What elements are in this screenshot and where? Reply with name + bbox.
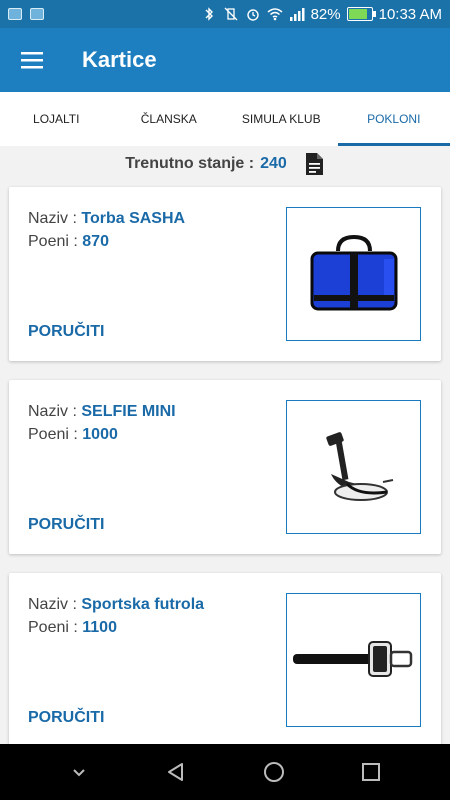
gift-points: 1100	[82, 619, 117, 636]
points-label: Poeni :	[28, 233, 78, 250]
image-notification-icon	[30, 8, 44, 20]
clock: 10:33 AM	[378, 5, 442, 23]
back-icon[interactable]	[156, 752, 196, 792]
name-label: Naziv :	[28, 403, 77, 420]
menu-icon[interactable]	[0, 28, 64, 92]
hide-nav-icon[interactable]	[59, 752, 99, 792]
gift-card: Naziv : Torba SASHA Poeni : 870 PORUČITI	[9, 187, 441, 361]
bluetooth-icon	[201, 6, 217, 22]
gift-card: Naziv : SELFIE MINI Poeni : 1000 PORUČIT…	[9, 380, 441, 554]
notification-icon	[8, 8, 22, 20]
order-button[interactable]: PORUČITI	[28, 323, 104, 341]
balance-label: Trenutno stanje :	[125, 155, 255, 172]
gift-list: Naziv : Torba SASHA Poeni : 870 PORUČITI…	[9, 187, 441, 766]
wifi-icon	[267, 6, 283, 22]
name-label: Naziv :	[28, 210, 77, 227]
tab-bar: LOJALTI ČLANSKA SIMULA KLUB POKLONI	[0, 92, 450, 146]
order-button[interactable]: PORUČITI	[28, 516, 104, 534]
name-label: Naziv :	[28, 596, 77, 613]
signal-icon	[289, 6, 305, 22]
system-nav-bar	[0, 744, 450, 800]
alarm-icon	[245, 6, 261, 22]
order-button[interactable]: PORUČITI	[28, 709, 104, 727]
gift-points: 870	[82, 233, 109, 250]
page-title: Kartice	[82, 47, 157, 72]
tab-simula-klub[interactable]: SIMULA KLUB	[225, 92, 338, 146]
status-bar: 82% 10:33 AM	[0, 0, 450, 28]
recents-icon[interactable]	[351, 752, 391, 792]
gift-name: Sportska futrola	[81, 596, 205, 613]
gift-points: 1000	[82, 426, 118, 443]
app-bar: Kartice	[0, 28, 450, 92]
tab-lojalti[interactable]: LOJALTI	[0, 92, 113, 146]
battery-icon	[346, 7, 376, 21]
battery-percent: 82%	[310, 5, 341, 23]
points-label: Poeni :	[28, 426, 78, 443]
vibrate-off-icon	[223, 6, 239, 22]
tab-clanska[interactable]: ČLANSKA	[113, 92, 226, 146]
bag-image[interactable]	[286, 207, 421, 341]
document-icon[interactable]	[303, 152, 325, 176]
gift-card: Naziv : Sportska futrola Poeni : 1100 PO…	[9, 573, 441, 747]
balance-row: Trenutno stanje : 240	[0, 146, 450, 182]
gift-name: Torba SASHA	[81, 210, 186, 227]
gift-name: SELFIE MINI	[81, 403, 176, 420]
points-label: Poeni :	[28, 619, 78, 636]
armband-image[interactable]	[286, 593, 421, 727]
tab-pokloni[interactable]: POKLONI	[337, 92, 450, 146]
home-icon[interactable]	[254, 752, 294, 792]
selfie-stick-image[interactable]	[286, 400, 421, 534]
balance-value: 240	[260, 155, 287, 172]
